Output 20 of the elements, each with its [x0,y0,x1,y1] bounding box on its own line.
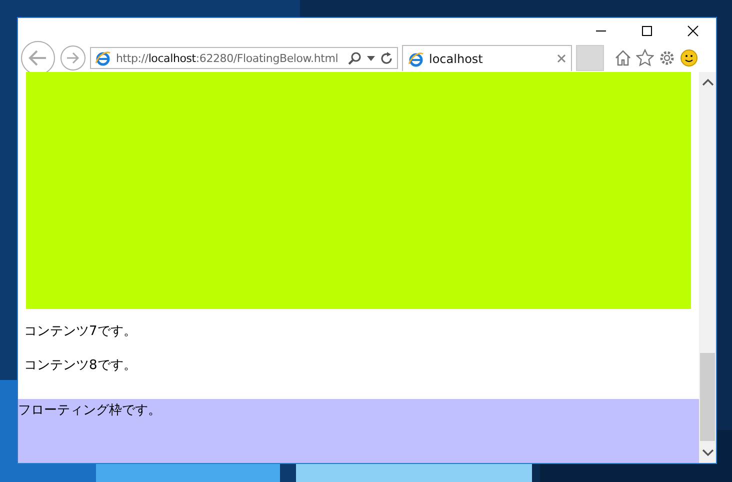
scrollbar[interactable] [699,72,716,463]
scroll-up-icon[interactable] [702,78,714,86]
address-field[interactable]: http://localhost:62280/FloatingBelow.html [90,47,398,69]
browser-e-icon [95,50,111,66]
browser-e-icon [408,50,424,66]
dropdown-caret-icon[interactable] [367,56,375,60]
smiley-icon[interactable] [680,49,698,67]
tab-title: localhost [429,52,484,66]
browser-tab[interactable]: localhost [402,45,572,71]
scroll-down-icon[interactable] [702,449,714,457]
search-icon[interactable] [348,51,362,65]
home-icon[interactable] [614,49,632,67]
refresh-icon[interactable] [380,52,393,64]
star-icon[interactable] [636,49,654,67]
scroll-thumb[interactable] [700,353,715,441]
settings-icon[interactable] [658,49,676,67]
url-text: http://localhost:62280/FloatingBelow.html [116,52,340,64]
content-text: コンテンツ8です。 [24,357,138,375]
content-text: コンテンツ7です。 [24,323,138,341]
floating-text: フローティング枠です。 [18,402,161,420]
